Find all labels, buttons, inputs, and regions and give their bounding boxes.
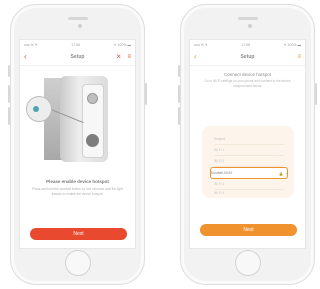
front-camera (248, 24, 252, 28)
wifi-list-item[interactable]: Wi-Fi 2 (214, 156, 284, 167)
instruction-title: Please enable device hotspot (46, 179, 109, 184)
wifi-network-name: Wi-Fi 3 (214, 182, 225, 186)
power-button (145, 83, 147, 105)
volume-down-button (8, 107, 10, 125)
callout-magnifier (26, 96, 52, 122)
status-carrier: ooo ✉ ✈ (24, 42, 38, 47)
power-button (315, 83, 317, 105)
front-camera (78, 24, 82, 28)
status-battery: ✈ 100% ▬ (283, 42, 301, 47)
nav-bar: ‹ Setup ≡ (190, 49, 305, 66)
next-button[interactable]: Next (30, 228, 127, 240)
doorbell-button-graphic (86, 134, 99, 147)
wifi-network-name: Hotspot (214, 137, 225, 141)
mute-switch (178, 65, 180, 77)
volume-up-button (8, 85, 10, 103)
wifi-network-name: Doorbell-XXXX (211, 171, 233, 175)
wifi-network-name: Wi-Fi 1 (214, 148, 225, 152)
wifi-list-item[interactable]: Wi-Fi 1 (214, 145, 284, 156)
next-button[interactable]: Next (200, 224, 297, 236)
status-bar: ooo ✉ ✈ 17:06 ✈ 100% ▬ (20, 40, 135, 49)
indicator-light-icon (33, 106, 39, 112)
menu-icon[interactable]: ≡ (127, 52, 131, 62)
instruction-body: Press and hold the doorbell button for f… (32, 187, 123, 196)
wifi-list-item[interactable]: Hotspot (214, 134, 284, 145)
phone-right: ooo ✉ ✈ 17:06 ✈ 100% ▬ ‹ Setup ≡ Connect… (178, 4, 317, 285)
wifi-list-item[interactable]: Wi-Fi 4 (214, 188, 284, 198)
status-bar: ooo ✉ ✈ 17:06 ✈ 100% ▬ (190, 40, 305, 49)
status-battery: ✈ 100% ▬ (113, 42, 131, 47)
camera-lens (87, 93, 98, 104)
home-button (65, 250, 91, 276)
phone-speaker (68, 17, 88, 20)
close-icon[interactable]: × (116, 52, 121, 62)
menu-icon[interactable]: ≡ (297, 52, 301, 62)
phone-left: ooo ✉ ✈ 17:06 ✈ 100% ▬ ‹ Setup × ≡ Pleas… (8, 4, 147, 285)
nav-bar: ‹ Setup × ≡ (20, 49, 135, 66)
home-button (235, 250, 261, 276)
chevron-left-icon[interactable]: ‹ (24, 52, 27, 62)
lock-wifi-icon: 🔒 ◔ (278, 170, 287, 176)
page-title: Setup (70, 54, 85, 60)
status-time: 17:06 (241, 42, 251, 47)
volume-down-button (178, 107, 180, 125)
phone-speaker (238, 17, 258, 20)
mute-switch (8, 65, 10, 77)
wifi-list-item-selected[interactable]: Doorbell-XXXX 🔒 ◔ (210, 167, 288, 179)
app-screen: ooo ✉ ✈ 17:06 ✈ 100% ▬ ‹ Setup × ≡ Pleas… (19, 39, 136, 249)
connect-title: Connect device hotspot (223, 72, 272, 77)
wifi-list: Hotspot Wi-Fi 1 Wi-Fi 2 Doorbell-XXXX 🔒 … (202, 126, 294, 198)
wifi-network-name: Wi-Fi 2 (214, 159, 225, 163)
page-title: Setup (240, 54, 255, 60)
connect-body: Go to Wi-Fi settings on your phone and c… (204, 79, 291, 88)
doorbell-illustration (20, 72, 135, 167)
volume-up-button (178, 85, 180, 103)
chevron-left-icon[interactable]: ‹ (194, 52, 197, 62)
wifi-network-name: Wi-Fi 4 (214, 191, 225, 195)
status-carrier: ooo ✉ ✈ (194, 42, 208, 47)
app-screen: ooo ✉ ✈ 17:06 ✈ 100% ▬ ‹ Setup ≡ Connect… (189, 39, 306, 249)
status-time: 17:06 (71, 42, 81, 47)
